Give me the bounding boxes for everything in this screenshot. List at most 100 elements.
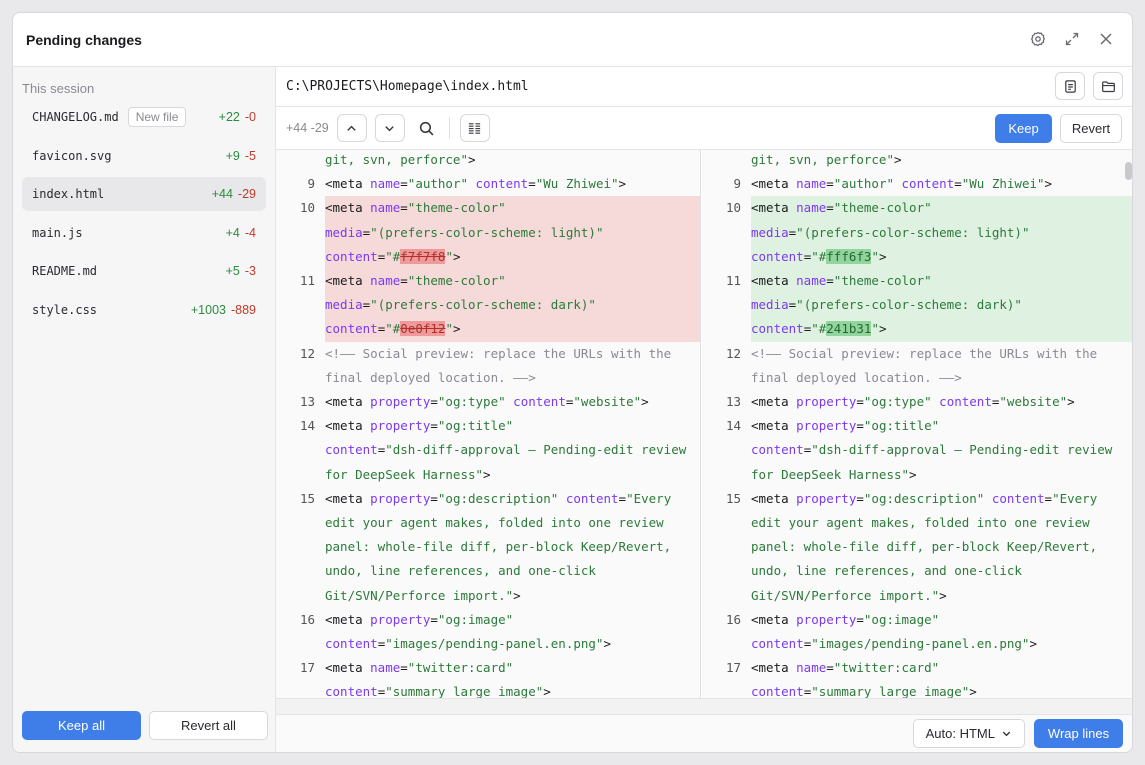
open-file-button[interactable] <box>1055 72 1085 100</box>
code-token: = <box>400 273 408 289</box>
code-token: edit your agent makes, folded into one r… <box>325 515 664 531</box>
diff-line: media="(prefers-color-scheme: light)" <box>702 220 1132 245</box>
code-token: "theme-color" <box>407 273 506 289</box>
code-token: <meta <box>325 273 371 289</box>
code-token: content <box>991 490 1045 506</box>
line-number <box>276 584 325 608</box>
language-select[interactable]: Auto: HTML <box>912 719 1025 748</box>
code-token: "twitter:card" <box>407 660 514 676</box>
deletions-count: -5 <box>244 148 256 163</box>
revert-all-button[interactable]: Revert all <box>149 711 268 740</box>
path-actions <box>1055 72 1123 100</box>
folder-icon <box>1101 79 1116 94</box>
open-folder-button[interactable] <box>1093 72 1123 100</box>
code-token: = <box>826 200 834 216</box>
search-icon <box>418 120 435 137</box>
file-list-item[interactable]: README.md +5 -3 <box>22 254 266 288</box>
line-number <box>276 150 325 172</box>
code-text: content="#f7f7f8"> <box>325 244 700 270</box>
pending-changes-window: Pending changes This session CHANGELOG.m… <box>12 12 1133 753</box>
code-token: "dsh-diff-approval — Pending-edit review <box>811 442 1113 458</box>
diff-line: 13 <meta property="og:type" content="webs… <box>276 390 700 414</box>
diff-line: 16 <meta property="og:image" <box>276 608 700 632</box>
diff-line: edit your agent makes, folded into one r… <box>276 511 700 535</box>
code-token: property <box>370 490 431 506</box>
code-text: edit your agent makes, folded into one r… <box>325 511 700 535</box>
language-select-label: Auto: HTML <box>925 726 995 741</box>
view-mode-button[interactable] <box>459 114 490 142</box>
code-text: media="(prefers-color-scheme: dark)" <box>751 293 1132 318</box>
code-token: " <box>445 321 453 337</box>
code-text: git, svn, perforce"> <box>751 150 1132 172</box>
next-change-button[interactable] <box>374 114 405 142</box>
vertical-scrollbar[interactable] <box>1125 162 1132 180</box>
code-text: content="dsh-diff-approval — Pending-edi… <box>751 438 1132 462</box>
code-text: <meta property="og:description" content=… <box>751 487 1132 511</box>
code-text: <meta property="og:description" content=… <box>325 487 700 511</box>
diff-line: final deployed location. ——> <box>276 366 700 390</box>
diff-line: 9 <meta name="author" content="Wu Zhiwei"… <box>276 172 700 196</box>
code-token: media <box>751 297 789 313</box>
previous-change-button[interactable] <box>336 114 367 142</box>
code-text: <!—— Social preview: replace the URLs wi… <box>751 342 1132 366</box>
line-number <box>702 245 751 269</box>
diff-line: undo, line references, and one-click <box>702 559 1132 583</box>
code-token: "Wu Zhiwei" <box>961 176 1045 192</box>
split-view-icon <box>467 121 482 136</box>
code-token: = <box>618 490 627 506</box>
code-token: <meta <box>325 394 371 410</box>
file-list-item[interactable]: main.js +4 -4 <box>22 216 266 250</box>
keep-all-button[interactable]: Keep all <box>22 711 141 740</box>
footer-actions: Auto: HTML Wrap lines <box>912 719 1123 748</box>
code-token: "Every <box>626 490 672 506</box>
wrap-lines-button[interactable]: Wrap lines <box>1034 719 1123 748</box>
code-text: <meta name="theme-color" <box>325 269 700 294</box>
diff-line: 12 <!—— Social preview: replace the URLs … <box>702 342 1132 366</box>
code-token: > <box>603 636 611 652</box>
additions-count: +4 <box>225 225 240 240</box>
file-list-item[interactable]: index.html +44 -29 <box>22 177 266 211</box>
line-number: 11 <box>299 273 315 289</box>
code-token: <meta <box>751 273 797 289</box>
code-token: panel: whole-file diff, per-block Keep/R… <box>325 539 672 555</box>
gear-icon[interactable] <box>1026 27 1050 51</box>
diff-line: media="(prefers-color-scheme: dark)" <box>276 293 700 318</box>
code-token: = <box>400 176 408 192</box>
code-token: "theme-color" <box>407 200 506 216</box>
file-stats: +44 -29 <box>212 187 256 201</box>
code-token: content <box>901 176 955 192</box>
code-token: git, svn, perforce" <box>325 152 468 167</box>
file-list-item[interactable]: style.css +1003 -889 <box>22 293 266 327</box>
code-token: media <box>325 224 363 240</box>
code-token: > <box>878 248 887 264</box>
line-number: 13 <box>299 394 315 410</box>
expand-icon[interactable] <box>1060 27 1084 51</box>
code-token: <meta <box>325 200 371 216</box>
keep-button[interactable]: Keep <box>995 114 1052 143</box>
file-list-item[interactable]: CHANGELOG.md New file +22 -0 <box>22 100 266 134</box>
file-list-item[interactable]: favicon.svg +9 -5 <box>22 139 266 173</box>
changed-value: fff6f3 <box>826 248 872 264</box>
close-icon[interactable] <box>1094 27 1118 51</box>
code-token: content <box>751 321 804 337</box>
diff-line: 13 <meta property="og:type" content="webs… <box>702 390 1132 414</box>
diff-line: 17 <meta name="twitter:card" <box>702 656 1132 680</box>
code-token: <meta <box>751 418 797 434</box>
code-token: content <box>325 321 378 337</box>
diff-view: git, svn, perforce"> 9 <meta name="author"… <box>276 150 1132 716</box>
line-number <box>702 535 751 559</box>
code-text: <meta name="twitter:card" <box>325 656 700 680</box>
file-stats: +9 -5 <box>226 149 256 163</box>
search-button[interactable] <box>413 114 441 142</box>
code-token: <meta <box>751 394 797 410</box>
code-token: > <box>1029 636 1037 652</box>
code-token: content <box>939 394 992 410</box>
code-token: = <box>430 490 438 506</box>
code-text: for DeepSeek Harness"> <box>325 463 700 487</box>
line-number: 12 <box>299 345 315 361</box>
sidebar-actions: Keep all Revert all <box>22 711 268 740</box>
revert-button[interactable]: Revert <box>1060 114 1122 143</box>
file-stats: +5 -3 <box>226 264 256 278</box>
line-number <box>702 584 751 608</box>
code-token: <meta <box>751 611 797 627</box>
